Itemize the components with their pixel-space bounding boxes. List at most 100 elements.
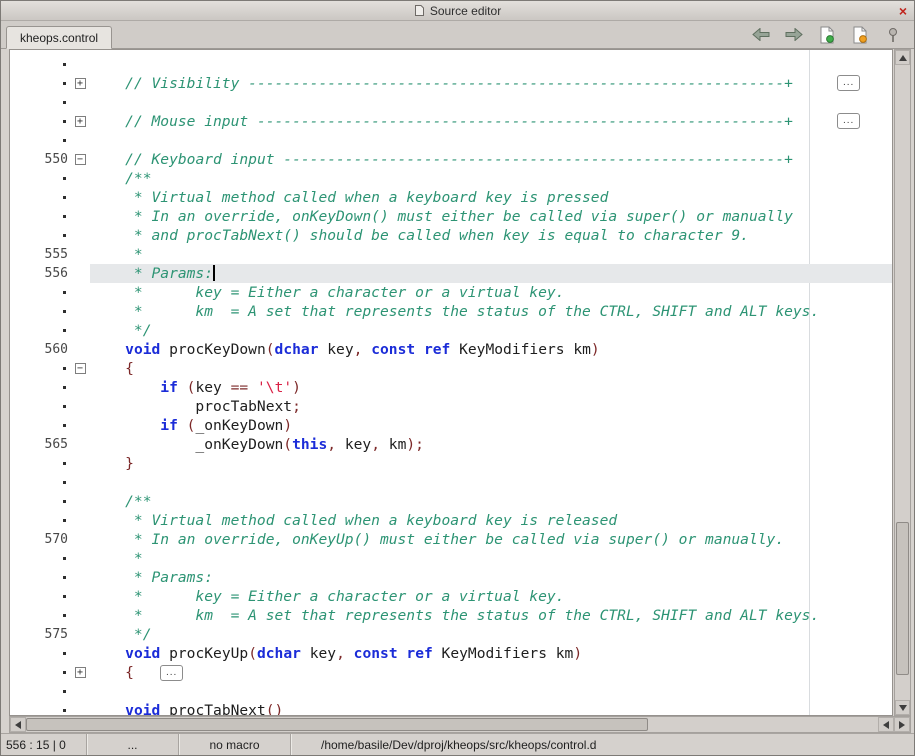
horizontal-scroll-track[interactable] <box>26 717 878 732</box>
gutter-line-number[interactable] <box>10 93 70 112</box>
code-line[interactable]: void procKeyUp(dchar key, const ref KeyM… <box>10 644 892 663</box>
code-line[interactable]: * km = A set that represents the status … <box>10 302 892 321</box>
code-line[interactable]: * In an override, onKeyDown() must eithe… <box>10 207 892 226</box>
code-text[interactable]: // Visibility --------------------------… <box>90 74 892 93</box>
scroll-left-button[interactable] <box>10 717 26 732</box>
code-text[interactable]: * Params: <box>90 264 892 283</box>
code-text[interactable]: * km = A set that represents the status … <box>90 606 892 625</box>
fold-column[interactable] <box>70 245 90 264</box>
code-line[interactable] <box>10 55 892 74</box>
gutter-line-number[interactable] <box>10 473 70 492</box>
code-line[interactable]: 560 void procKeyDown(dchar key, const re… <box>10 340 892 359</box>
code-line[interactable]: void procTabNext() <box>10 701 892 716</box>
fold-column[interactable] <box>70 530 90 549</box>
gutter-line-number[interactable] <box>10 112 70 131</box>
gutter-line-number[interactable] <box>10 359 70 378</box>
code-line[interactable]: * Params: <box>10 568 892 587</box>
fold-column[interactable] <box>70 283 90 302</box>
code-line[interactable]: + // Visibility ------------------------… <box>10 74 892 93</box>
code-line[interactable]: 556 * Params: <box>10 264 892 283</box>
fold-column[interactable] <box>70 321 90 340</box>
gutter-line-number[interactable] <box>10 207 70 226</box>
code-text[interactable] <box>90 473 892 492</box>
code-text[interactable]: procTabNext; <box>90 397 892 416</box>
code-text[interactable]: {... <box>90 663 892 682</box>
code-text[interactable]: */ <box>90 321 892 340</box>
gutter-line-number[interactable] <box>10 378 70 397</box>
gutter-line-number[interactable] <box>10 302 70 321</box>
gutter-line-number[interactable]: 565 <box>10 435 70 454</box>
gutter-line-number[interactable] <box>10 606 70 625</box>
code-line[interactable]: 565 _onKeyDown(this, key, km); <box>10 435 892 454</box>
code-text[interactable]: _onKeyDown(this, key, km); <box>90 435 892 454</box>
fold-expand-icon[interactable]: + <box>75 667 86 678</box>
gutter-line-number[interactable]: 575 <box>10 625 70 644</box>
gutter-line-number[interactable] <box>10 492 70 511</box>
code-text[interactable]: void procKeyUp(dchar key, const ref KeyM… <box>90 644 892 663</box>
fold-column[interactable] <box>70 644 90 663</box>
fold-column[interactable] <box>70 587 90 606</box>
code-text[interactable]: * key = Either a character or a virtual … <box>90 587 892 606</box>
tab-kheops-control[interactable]: kheops.control <box>6 26 112 49</box>
gutter-line-number[interactable] <box>10 169 70 188</box>
fold-column[interactable] <box>70 340 90 359</box>
gutter-line-number[interactable]: 555 <box>10 245 70 264</box>
gutter-line-number[interactable]: 570 <box>10 530 70 549</box>
code-text[interactable]: if (key == '\t') <box>90 378 892 397</box>
code-text[interactable]: * In an override, onKeyUp() must either … <box>90 530 892 549</box>
gutter-line-number[interactable] <box>10 511 70 530</box>
code-line[interactable]: /** <box>10 492 892 511</box>
gutter-line-number[interactable]: 560 <box>10 340 70 359</box>
fold-column[interactable] <box>70 131 90 150</box>
titlebar[interactable]: Source editor × <box>1 1 914 21</box>
code-line[interactable]: */ <box>10 321 892 340</box>
fold-expand-icon[interactable]: + <box>75 78 86 89</box>
vertical-scroll-thumb[interactable] <box>896 522 909 674</box>
code-text[interactable]: if (_onKeyDown) <box>90 416 892 435</box>
gutter-line-number[interactable] <box>10 188 70 207</box>
fold-column[interactable] <box>70 378 90 397</box>
fold-collapsed-icon[interactable]: ... <box>160 665 183 681</box>
fold-column[interactable]: + <box>70 74 90 93</box>
fold-column[interactable]: − <box>70 150 90 169</box>
code-text[interactable]: { <box>90 359 892 378</box>
code-line[interactable]: + {... <box>10 663 892 682</box>
code-line[interactable]: * km = A set that represents the status … <box>10 606 892 625</box>
code-line[interactable]: } <box>10 454 892 473</box>
fold-column[interactable] <box>70 302 90 321</box>
code-text[interactable]: * and procTabNext() should be called whe… <box>90 226 892 245</box>
gutter-line-number[interactable] <box>10 321 70 340</box>
fold-column[interactable]: − <box>70 359 90 378</box>
fold-column[interactable] <box>70 188 90 207</box>
go-back-button[interactable] <box>750 24 772 46</box>
code-text[interactable]: // Mouse input -------------------------… <box>90 112 892 131</box>
new-document-button[interactable] <box>816 24 838 46</box>
fold-expand-icon[interactable]: + <box>75 116 86 127</box>
fold-column[interactable]: + <box>70 663 90 682</box>
fold-column[interactable] <box>70 55 90 74</box>
code-line[interactable] <box>10 473 892 492</box>
scroll-up-button[interactable] <box>895 50 910 65</box>
fold-collapse-icon[interactable]: − <box>75 363 86 374</box>
gutter-line-number[interactable] <box>10 397 70 416</box>
code-line[interactable] <box>10 682 892 701</box>
code-text[interactable]: * Params: <box>90 568 892 587</box>
code-line[interactable]: if (key == '\t') <box>10 378 892 397</box>
gutter-line-number[interactable]: 550 <box>10 150 70 169</box>
gutter-line-number[interactable] <box>10 74 70 93</box>
code-line[interactable]: procTabNext; <box>10 397 892 416</box>
fold-column[interactable] <box>70 454 90 473</box>
fold-column[interactable] <box>70 701 90 716</box>
horizontal-scroll-thumb[interactable] <box>26 718 648 731</box>
code-text[interactable]: */ <box>90 625 892 644</box>
fold-column[interactable] <box>70 435 90 454</box>
vertical-scrollbar[interactable] <box>894 49 911 716</box>
fold-collapse-icon[interactable]: − <box>75 154 86 165</box>
code-line[interactable]: * Virtual method called when a keyboard … <box>10 188 892 207</box>
code-text[interactable]: void procKeyDown(dchar key, const ref Ke… <box>90 340 892 359</box>
code-text[interactable]: * Virtual method called when a keyboard … <box>90 188 892 207</box>
code-line[interactable]: * key = Either a character or a virtual … <box>10 283 892 302</box>
code-line[interactable]: − { <box>10 359 892 378</box>
fold-column[interactable] <box>70 264 90 283</box>
code-text[interactable]: * <box>90 245 892 264</box>
